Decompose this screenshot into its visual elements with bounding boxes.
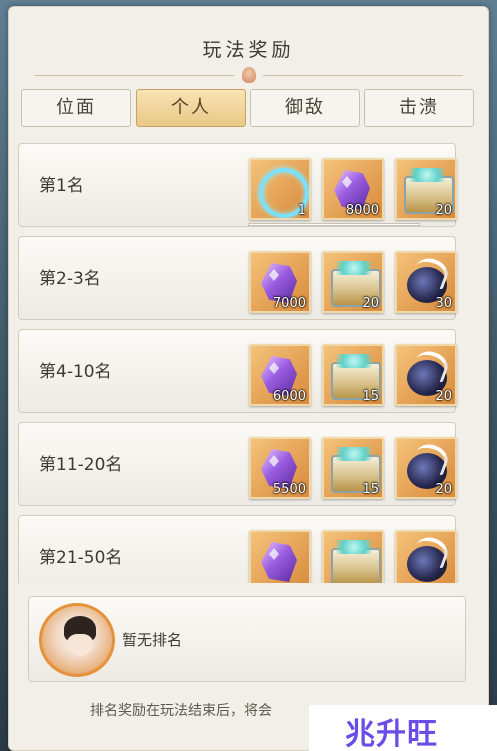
chest-icon[interactable]: 15: [322, 344, 384, 406]
title-divider-left: [34, 75, 234, 76]
reward-qty: 15: [362, 482, 379, 497]
reward-qty: 20: [435, 389, 452, 404]
reward-qty: 8000: [345, 203, 379, 218]
chest-icon[interactable]: 20: [395, 158, 457, 220]
gem-icon[interactable]: 8000: [322, 158, 384, 220]
reward-qty: 7000: [272, 296, 306, 311]
rank-label: 第4-10名: [39, 362, 112, 382]
orb-icon[interactable]: 20: [395, 344, 457, 406]
gem-icon[interactable]: 5500: [249, 437, 311, 499]
rank-label: 第2-3名: [39, 269, 101, 289]
gem-icon[interactable]: 6000: [249, 344, 311, 406]
tab-defend[interactable]: 御敌: [250, 89, 360, 127]
rank-row-4: 第11-20名 5500 15 20: [18, 422, 457, 506]
rank-reward-list[interactable]: 第1名 1 8000 20 第2-3名 7000 20 30 第4-10名 60…: [18, 133, 466, 583]
footer-note: 排名奖励在玩法结束后，将会: [90, 703, 272, 719]
panel-title: 玩法奖励: [202, 39, 295, 61]
reward-qty: 20: [435, 482, 452, 497]
first-row-underline: [248, 223, 420, 226]
gem-icon[interactable]: 7000: [249, 251, 311, 313]
title-ornament-icon: [242, 67, 256, 83]
ring-icon[interactable]: 1: [249, 158, 311, 220]
avatar[interactable]: [39, 603, 115, 677]
chest-icon[interactable]: 20: [322, 251, 384, 313]
rank-row-3: 第4-10名 6000 15 20: [18, 329, 457, 413]
rank-row-1: 第1名 1 8000 20: [18, 143, 457, 227]
orb-icon[interactable]: 20: [395, 437, 457, 499]
title-divider-right: [263, 75, 463, 76]
reward-qty: 20: [362, 296, 379, 311]
reward-qty: 6000: [272, 389, 306, 404]
tab-bar: 位面 个人 御敌 击溃: [21, 89, 478, 133]
tab-defeat[interactable]: 击溃: [364, 89, 474, 127]
gem-icon[interactable]: [249, 530, 311, 583]
rank-label: 第11-20名: [39, 455, 123, 475]
rank-row-2: 第2-3名 7000 20 30: [18, 236, 457, 320]
tab-personal[interactable]: 个人: [136, 89, 246, 127]
reward-qty: 30: [435, 296, 452, 311]
chest-icon[interactable]: 15: [322, 437, 384, 499]
reward-qty: 5500: [272, 482, 306, 497]
rank-label: 第1名: [39, 176, 84, 196]
reward-qty: 20: [435, 203, 452, 218]
reward-qty: 1: [297, 203, 306, 218]
orb-icon[interactable]: [395, 530, 457, 583]
rank-row-5: 第21-50名: [18, 515, 457, 583]
orb-icon[interactable]: 30: [395, 251, 457, 313]
tab-plane[interactable]: 位面: [21, 89, 131, 127]
reward-qty: 15: [362, 389, 379, 404]
self-rank-status: 暂无排名: [122, 631, 183, 649]
chest-icon[interactable]: [322, 530, 384, 583]
rank-label: 第21-50名: [39, 548, 123, 568]
watermark-text: 兆升旺: [345, 717, 438, 751]
self-rank-row: 暂无排名: [28, 596, 466, 682]
watermark-logo: 兆升旺: [309, 705, 497, 751]
